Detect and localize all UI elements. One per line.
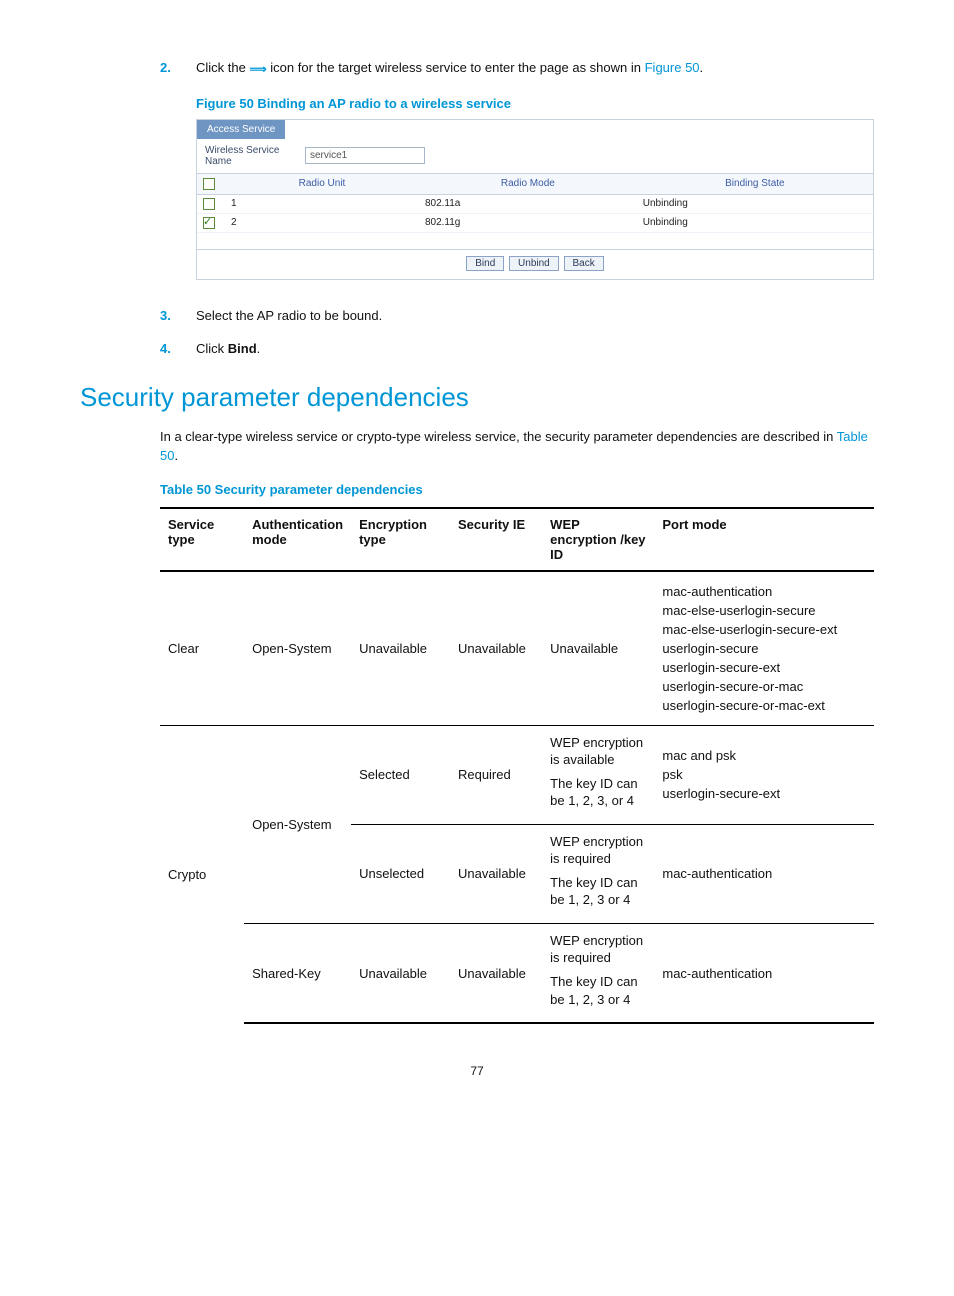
step-3: 3. Select the AP radio to be bound. bbox=[160, 308, 874, 323]
port-mode-list: mac-authentication mac-else-userlogin-se… bbox=[662, 584, 866, 713]
col-binding-state: Binding State bbox=[637, 173, 873, 194]
figure-link[interactable]: Figure 50 bbox=[645, 60, 700, 75]
step-number: 3. bbox=[160, 308, 171, 323]
select-all-header[interactable] bbox=[197, 173, 225, 194]
bind-button[interactable]: Bind bbox=[466, 256, 504, 271]
col-security-ie: Security IE bbox=[450, 508, 542, 571]
back-button[interactable]: Back bbox=[564, 256, 604, 271]
step-4: 4. Click Bind. bbox=[160, 341, 874, 356]
col-enc-type: Encryption type bbox=[351, 508, 450, 571]
service-name-row: Wireless Service Name bbox=[197, 139, 873, 173]
service-name-input[interactable] bbox=[305, 147, 425, 164]
col-radio-mode: Radio Mode bbox=[419, 173, 637, 194]
service-name-label: Wireless Service Name bbox=[205, 145, 305, 167]
row-checkbox[interactable] bbox=[197, 213, 225, 232]
step-number: 2. bbox=[160, 60, 171, 75]
radio-row: 2 802.11g Unbinding bbox=[197, 213, 873, 232]
figure-caption: Figure 50 Binding an AP radio to a wirel… bbox=[196, 96, 874, 111]
link-icon: ⟹ bbox=[249, 62, 266, 76]
col-radio-unit: Radio Unit bbox=[225, 173, 419, 194]
col-service-type: Service type bbox=[160, 508, 244, 571]
step-text: Click Bind. bbox=[196, 341, 260, 356]
radio-table: Radio Unit Radio Mode Binding State 1 80… bbox=[197, 173, 873, 233]
table-header-row: Service type Authentication mode Encrypt… bbox=[160, 508, 874, 571]
step-text: Select the AP radio to be bound. bbox=[196, 308, 382, 323]
col-auth-mode: Authentication mode bbox=[244, 508, 351, 571]
table-row: Crypto Open-System Selected Required WEP… bbox=[160, 725, 874, 824]
page-number: 77 bbox=[80, 1064, 874, 1078]
step-text: Click the ⟹ icon for the target wireless… bbox=[196, 60, 703, 75]
step-2: 2. Click the ⟹ icon for the target wirel… bbox=[160, 60, 874, 280]
table-caption: Table 50 Security parameter dependencies bbox=[160, 482, 874, 497]
panel-tab-access-service[interactable]: Access Service bbox=[197, 120, 285, 139]
security-table: Service type Authentication mode Encrypt… bbox=[160, 507, 874, 1025]
col-port-mode: Port mode bbox=[654, 508, 874, 571]
binding-panel: Access Service Wireless Service Name Rad… bbox=[196, 119, 874, 280]
table-row: Clear Open-System Unavailable Unavailabl… bbox=[160, 571, 874, 726]
row-checkbox[interactable] bbox=[197, 194, 225, 213]
unbind-button[interactable]: Unbind bbox=[509, 256, 559, 271]
table-row: Shared-Key Unavailable Unavailable WEP e… bbox=[160, 923, 874, 1023]
section-heading: Security parameter dependencies bbox=[80, 382, 874, 413]
panel-buttons: Bind Unbind Back bbox=[197, 250, 873, 279]
col-wep: WEP encryption /key ID bbox=[542, 508, 654, 571]
step-number: 4. bbox=[160, 341, 171, 356]
intro-paragraph: In a clear-type wireless service or cryp… bbox=[160, 427, 874, 466]
radio-row: 1 802.11a Unbinding bbox=[197, 194, 873, 213]
port-mode-list: mac and psk psk userlogin-secure-ext bbox=[662, 748, 866, 801]
